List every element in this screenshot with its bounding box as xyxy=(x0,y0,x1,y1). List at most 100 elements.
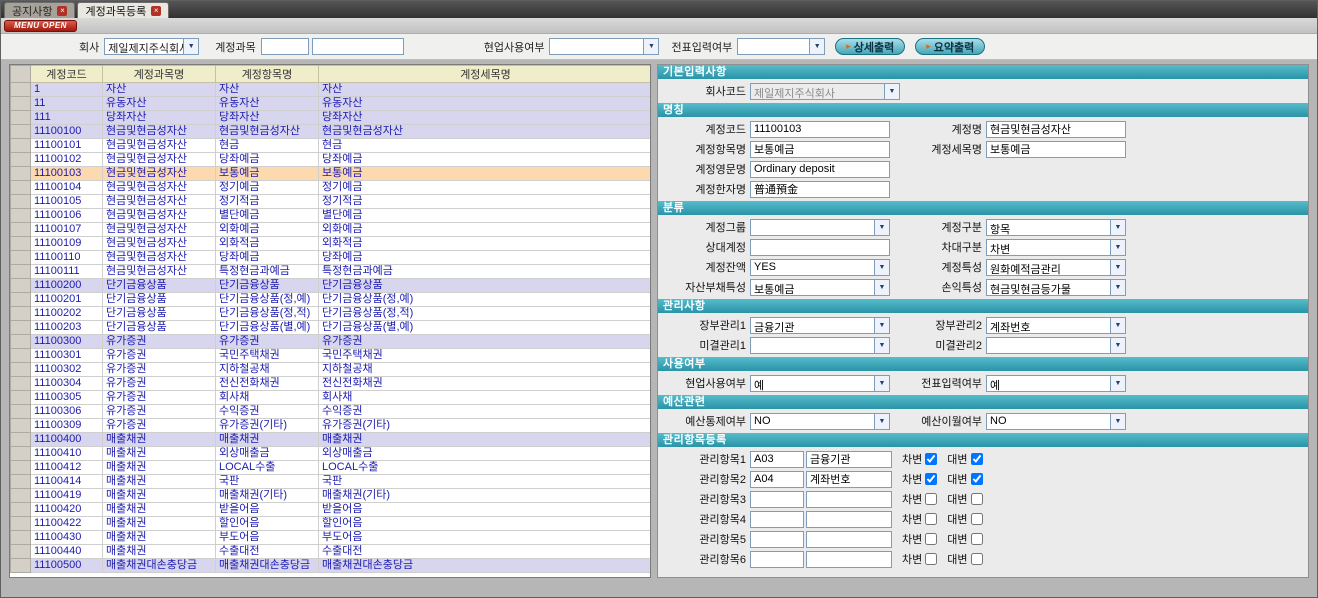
row-selector[interactable] xyxy=(11,447,31,461)
credit-checkbox[interactable] xyxy=(971,533,983,545)
mgmt-code-input[interactable] xyxy=(750,531,804,548)
row-selector[interactable] xyxy=(11,391,31,405)
mgmt-code-input[interactable] xyxy=(750,451,804,468)
usage-select[interactable]: ▼ xyxy=(549,38,659,55)
row-selector[interactable] xyxy=(11,377,31,391)
row-selector[interactable] xyxy=(11,293,31,307)
row-selector[interactable] xyxy=(11,461,31,475)
table-row[interactable]: 11100500매출채권대손충당금매출채권대손충당금매출채권대손충당금 xyxy=(11,559,652,573)
row-selector[interactable] xyxy=(11,97,31,111)
tab-account-registration[interactable]: 계정과목등록 × xyxy=(77,2,169,18)
debit-checkbox[interactable] xyxy=(925,513,937,525)
row-selector[interactable] xyxy=(11,265,31,279)
credit-checkbox[interactable] xyxy=(971,513,983,525)
tab-notice[interactable]: 공지사항 × xyxy=(4,2,75,18)
select-field[interactable]: 보통예금▼ xyxy=(750,279,890,296)
row-selector[interactable] xyxy=(11,279,31,293)
slip-select[interactable]: ▼ xyxy=(737,38,825,55)
row-selector[interactable] xyxy=(11,251,31,265)
table-row[interactable]: 11100201단기금융상품단기금융상품(정,예)단기금융상품(정,예) xyxy=(11,293,652,307)
text-field[interactable] xyxy=(986,121,1126,138)
table-row[interactable]: 11100419매출채권매출채권(기타)매출채권(기타) xyxy=(11,489,652,503)
table-row[interactable]: 11100440매출채권수출대전수출대전 xyxy=(11,545,652,559)
row-selector[interactable] xyxy=(11,139,31,153)
table-row[interactable]: 11100414매출채권국판국판 xyxy=(11,475,652,489)
credit-checkbox[interactable] xyxy=(971,473,983,485)
row-selector[interactable] xyxy=(11,545,31,559)
table-row[interactable]: 11100109현금및현금성자산외화적금외화적금 xyxy=(11,237,652,251)
select-field[interactable]: NO▼ xyxy=(986,413,1126,430)
row-selector[interactable] xyxy=(11,195,31,209)
select-field[interactable]: ▼ xyxy=(750,337,890,354)
row-selector[interactable] xyxy=(11,503,31,517)
debit-checkbox[interactable] xyxy=(925,493,937,505)
row-selector[interactable] xyxy=(11,237,31,251)
table-row[interactable]: 11100305유가증권회사채회사채 xyxy=(11,391,652,405)
text-field[interactable] xyxy=(750,239,890,256)
debit-checkbox[interactable] xyxy=(925,533,937,545)
table-row[interactable]: 11100412매출채권LOCAL수출LOCAL수출 xyxy=(11,461,652,475)
table-row[interactable]: 11100100현금및현금성자산현금및현금성자산현금및현금성자산 xyxy=(11,125,652,139)
select-field[interactable]: ▼ xyxy=(750,219,890,236)
select-field[interactable]: 원화예적금관리▼ xyxy=(986,259,1126,276)
row-selector[interactable] xyxy=(11,83,31,97)
select-field[interactable]: YES▼ xyxy=(750,259,890,276)
mgmt-name-input[interactable] xyxy=(806,451,892,468)
credit-checkbox[interactable] xyxy=(971,493,983,505)
table-row[interactable]: 11100430매출채권부도어음부도어음 xyxy=(11,531,652,545)
table-row[interactable]: 11100422매출채권할인어음할인어음 xyxy=(11,517,652,531)
row-selector[interactable] xyxy=(11,349,31,363)
table-row[interactable]: 11100300유가증권유가증권유가증권 xyxy=(11,335,652,349)
row-selector[interactable] xyxy=(11,489,31,503)
row-selector[interactable] xyxy=(11,559,31,573)
select-field[interactable]: ▼ xyxy=(986,337,1126,354)
table-row[interactable]: 11100200단기금융상품단기금융상품단기금융상품 xyxy=(11,279,652,293)
row-selector[interactable] xyxy=(11,419,31,433)
mgmt-code-input[interactable] xyxy=(750,511,804,528)
debit-checkbox[interactable] xyxy=(925,553,937,565)
row-selector[interactable] xyxy=(11,517,31,531)
row-selector[interactable] xyxy=(11,531,31,545)
table-row[interactable]: 11100106현금및현금성자산별단예금별단예금 xyxy=(11,209,652,223)
table-row[interactable]: 11100400매출채권매출채권매출채권 xyxy=(11,433,652,447)
select-field[interactable]: 현금및현금등가물▼ xyxy=(986,279,1126,296)
text-field[interactable] xyxy=(986,141,1126,158)
close-icon[interactable]: × xyxy=(151,6,161,16)
row-selector[interactable] xyxy=(11,433,31,447)
table-row[interactable]: 11100304유가증권전신전화채권전신전화채권 xyxy=(11,377,652,391)
row-selector[interactable] xyxy=(11,167,31,181)
select-field[interactable]: 예▼ xyxy=(986,375,1126,392)
text-field[interactable] xyxy=(750,121,890,138)
row-selector[interactable] xyxy=(11,181,31,195)
select-field[interactable]: 차변▼ xyxy=(986,239,1126,256)
table-row[interactable]: 11100410매출채권외상매출금외상매출금 xyxy=(11,447,652,461)
table-row[interactable]: 11100103현금및현금성자산보통예금보통예금 xyxy=(11,167,652,181)
table-row[interactable]: 11100104현금및현금성자산정기예금정기예금 xyxy=(11,181,652,195)
detail-print-button[interactable]: ▸ 상세출력 xyxy=(835,38,905,55)
table-row[interactable]: 11100202단기금융상품단기금융상품(정,적)단기금융상품(정,적) xyxy=(11,307,652,321)
select-field[interactable]: NO▼ xyxy=(750,413,890,430)
mgmt-name-input[interactable] xyxy=(806,551,892,568)
mgmt-code-input[interactable] xyxy=(750,551,804,568)
table-row[interactable]: 11100309유가증권유가증권(기타)유가증권(기타) xyxy=(11,419,652,433)
debit-checkbox[interactable] xyxy=(925,453,937,465)
row-selector[interactable] xyxy=(11,209,31,223)
mgmt-name-input[interactable] xyxy=(806,531,892,548)
select-field[interactable]: 예▼ xyxy=(750,375,890,392)
row-selector[interactable] xyxy=(11,125,31,139)
text-field[interactable] xyxy=(750,181,890,198)
text-field[interactable] xyxy=(750,161,890,178)
debit-checkbox[interactable] xyxy=(925,473,937,485)
select-field[interactable]: 금융기관▼ xyxy=(750,317,890,334)
row-selector[interactable] xyxy=(11,475,31,489)
table-row[interactable]: 11100301유가증권국민주택채권국민주택채권 xyxy=(11,349,652,363)
row-selector[interactable] xyxy=(11,153,31,167)
select-field[interactable]: 항목▼ xyxy=(986,219,1126,236)
account-code-input[interactable] xyxy=(261,38,309,55)
summary-print-button[interactable]: ▸ 요약출력 xyxy=(915,38,985,55)
table-row[interactable]: 11100302유가증권지하철공채지하철공채 xyxy=(11,363,652,377)
mgmt-code-input[interactable] xyxy=(750,491,804,508)
row-selector[interactable] xyxy=(11,405,31,419)
table-row[interactable]: 11100306유가증권수익증권수익증권 xyxy=(11,405,652,419)
table-row[interactable]: 11100420매출채권받을어음받을어음 xyxy=(11,503,652,517)
